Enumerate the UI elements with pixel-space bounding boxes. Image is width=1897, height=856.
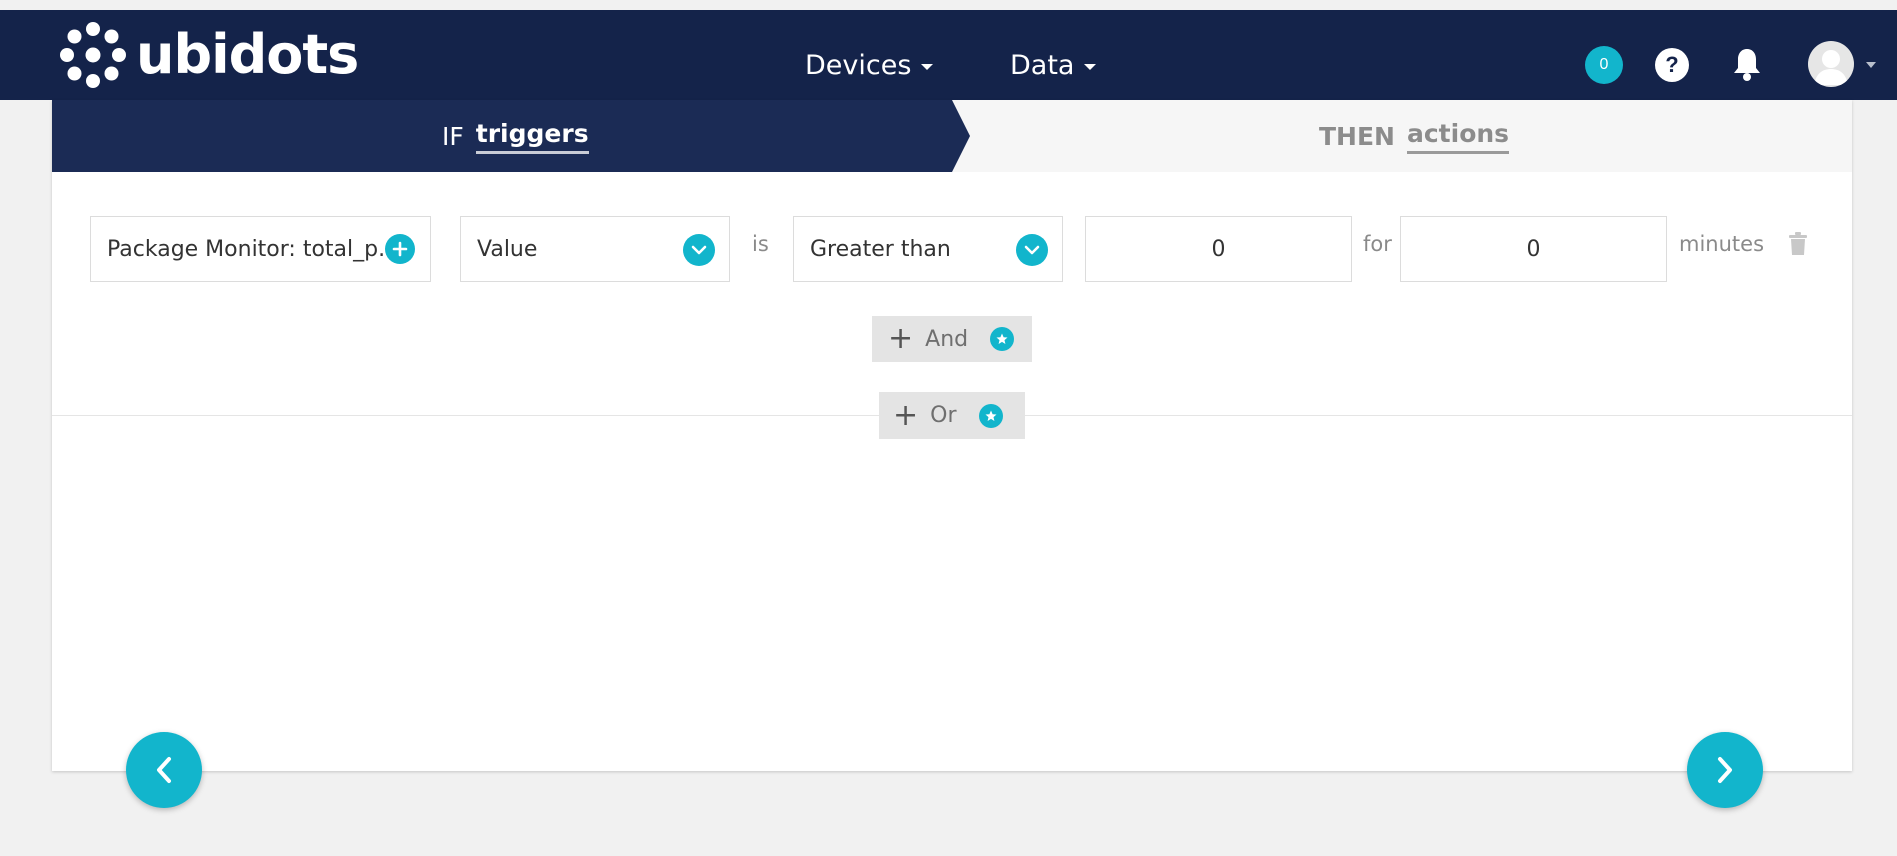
- add-variable-icon[interactable]: [385, 234, 415, 264]
- step-if-triggers[interactable]: IF triggers: [52, 100, 970, 172]
- previous-step-button[interactable]: [126, 732, 202, 808]
- chevron-left-icon: [157, 757, 171, 783]
- operator-select-value: Greater than: [810, 236, 951, 262]
- chevron-down-icon: [921, 64, 934, 70]
- ubidots-logo-icon: [60, 22, 126, 88]
- notification-count-badge[interactable]: 0: [1585, 46, 1623, 84]
- add-or-condition-button[interactable]: + Or: [879, 392, 1025, 439]
- duration-input-value: 0: [1526, 236, 1541, 262]
- next-step-button[interactable]: [1687, 732, 1763, 808]
- threshold-input-value: 0: [1211, 236, 1226, 262]
- add-and-condition-button[interactable]: + And: [872, 316, 1032, 362]
- wizard-steps: IF triggers THEN actions: [52, 100, 1852, 172]
- variable-select[interactable]: Package Monitor: total_p...: [90, 216, 431, 282]
- threshold-input[interactable]: 0: [1085, 216, 1352, 282]
- brand-logo[interactable]: ubidots: [60, 22, 359, 88]
- user-icon: [1814, 50, 1848, 85]
- and-label: And: [925, 326, 969, 352]
- avatar-chevron-down-icon[interactable]: [1866, 62, 1876, 68]
- duration-unit: minutes: [1679, 232, 1765, 256]
- step-then-actions[interactable]: THEN actions: [1319, 100, 1510, 172]
- bell-icon[interactable]: [1730, 46, 1764, 82]
- step-then-title: actions: [1406, 119, 1510, 154]
- variable-select-value: Package Monitor: total_p...: [107, 236, 400, 262]
- top-navbar: ubidots Devices Data 0 ?: [0, 10, 1897, 100]
- user-avatar[interactable]: [1808, 41, 1854, 87]
- chevron-down-icon: [1084, 64, 1097, 70]
- brand-name: ubidots: [136, 23, 359, 86]
- trash-icon[interactable]: [1788, 232, 1808, 256]
- chevron-right-icon: [1718, 757, 1732, 783]
- step-if-title: triggers: [475, 119, 589, 154]
- connector-is: is: [752, 232, 769, 256]
- step-then-keyword: THEN: [1319, 121, 1395, 151]
- nav-menu-data-label: Data: [1010, 49, 1075, 81]
- step-if-keyword: IF: [442, 121, 464, 151]
- connector-for: for: [1363, 232, 1392, 256]
- chevron-down-icon[interactable]: [683, 234, 715, 266]
- event-builder-card: IF triggers THEN actions Package Monitor…: [52, 100, 1852, 771]
- nav-menu-devices-label: Devices: [805, 49, 912, 81]
- operator-select[interactable]: Greater than: [793, 216, 1063, 282]
- star-icon: [990, 327, 1015, 351]
- nav-menu-data[interactable]: Data: [1010, 20, 1097, 110]
- chevron-down-icon[interactable]: [1016, 234, 1048, 266]
- window-top-strip: [0, 0, 1897, 10]
- plus-icon: +: [888, 321, 914, 356]
- star-icon: [978, 403, 1003, 428]
- duration-input[interactable]: 0: [1400, 216, 1667, 282]
- or-label: Or: [930, 403, 957, 428]
- plus-icon: +: [893, 397, 919, 433]
- nav-menu-devices[interactable]: Devices: [805, 20, 934, 110]
- aggregation-select-value: Value: [477, 236, 538, 262]
- aggregation-select[interactable]: Value: [460, 216, 730, 282]
- help-icon[interactable]: ?: [1655, 48, 1689, 82]
- step-if-label: IF triggers: [442, 100, 589, 172]
